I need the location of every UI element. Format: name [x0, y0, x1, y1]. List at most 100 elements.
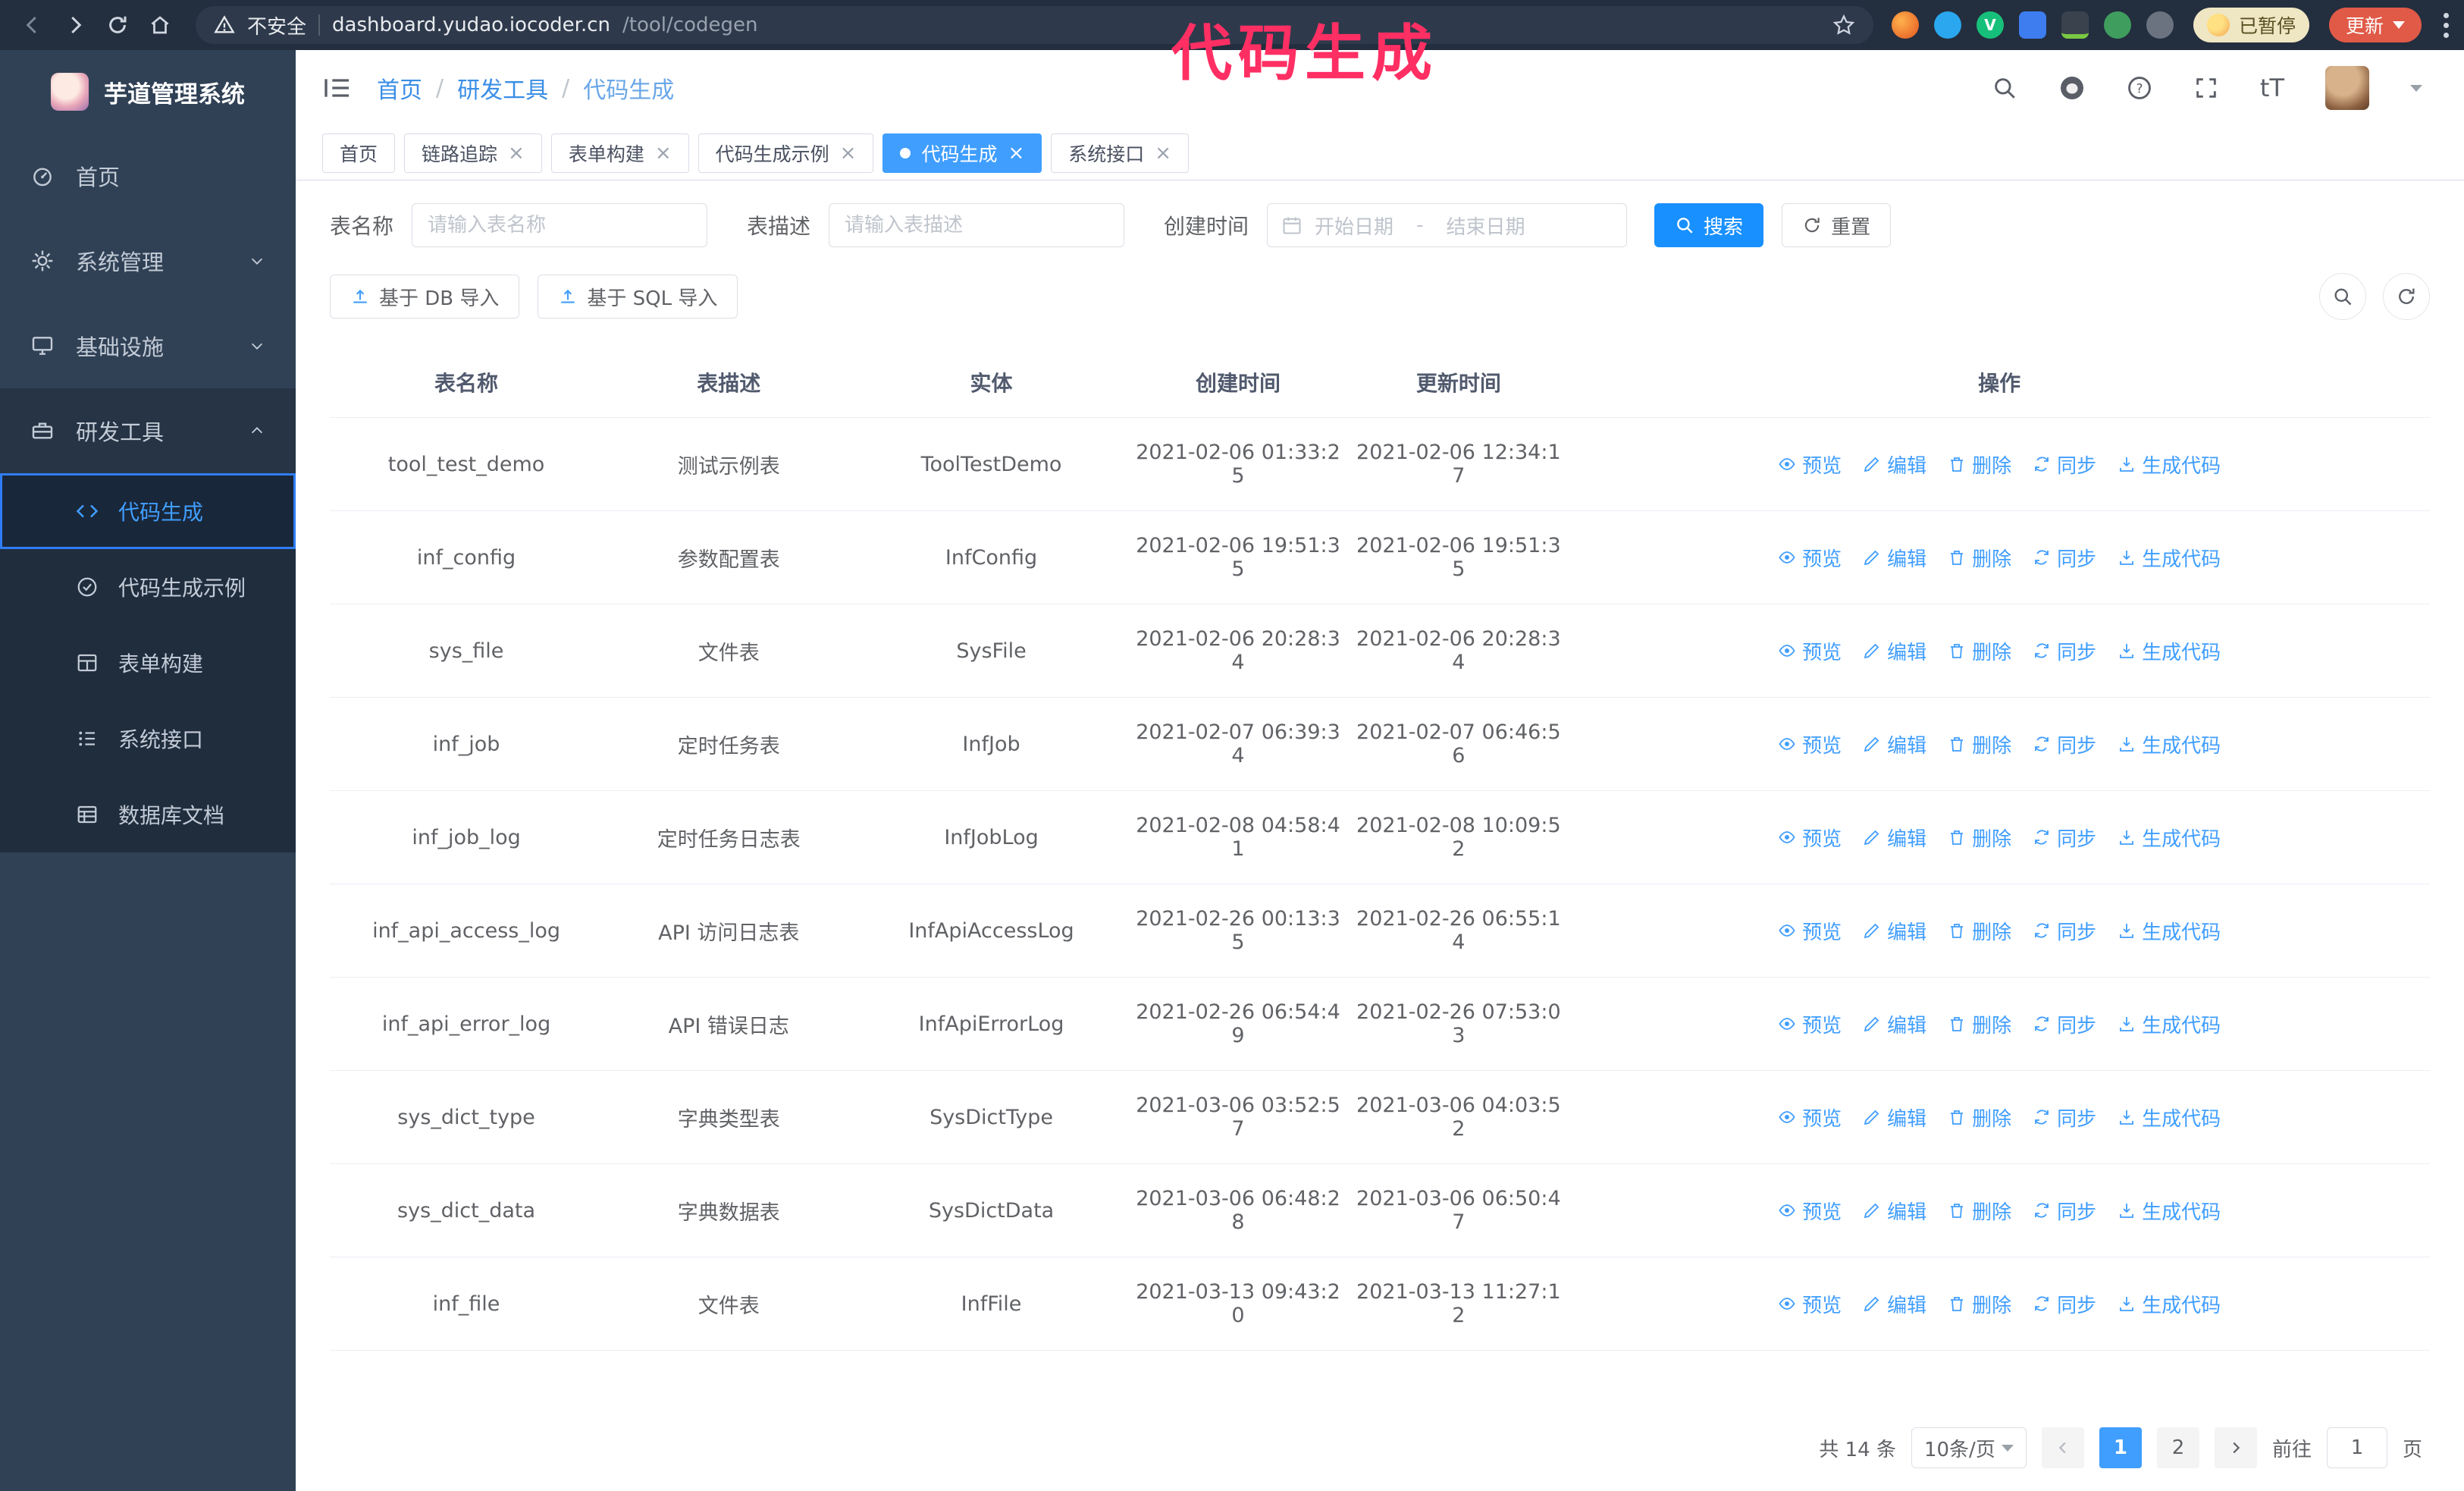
action-delete[interactable]: 删除 — [1948, 450, 2011, 479]
action-generate-code[interactable]: 生成代码 — [2118, 824, 2221, 852]
table-desc-input[interactable] — [829, 203, 1125, 247]
action-edit[interactable]: 编辑 — [1863, 637, 1926, 665]
sidebar-item-codegen[interactable]: 代码生成 — [0, 473, 296, 549]
fullscreen-icon[interactable] — [2193, 75, 2219, 101]
chevron-down-icon[interactable] — [2410, 84, 2422, 92]
action-edit[interactable]: 编辑 — [1863, 450, 1926, 479]
action-delete[interactable]: 删除 — [1948, 917, 2011, 945]
action-sync[interactable]: 同步 — [2033, 544, 2096, 572]
profile-paused-badge[interactable]: 已暂停 — [2193, 8, 2309, 42]
action-preview[interactable]: 预览 — [1778, 1290, 1842, 1318]
action-edit[interactable]: 编辑 — [1863, 1290, 1926, 1318]
action-delete[interactable]: 删除 — [1948, 1290, 2011, 1318]
sidebar-item-form-builder[interactable]: 表单构建 — [0, 625, 296, 701]
action-sync[interactable]: 同步 — [2033, 1103, 2096, 1132]
extension-people-icon[interactable] — [2018, 11, 2046, 39]
action-delete[interactable]: 删除 — [1948, 544, 2011, 572]
action-delete[interactable]: 删除 — [1948, 824, 2011, 852]
close-icon[interactable]: × — [1155, 143, 1171, 163]
action-generate-code[interactable]: 生成代码 — [2118, 917, 2221, 945]
address-bar[interactable]: 不安全 dashboard.yudao.iocoder.cn /tool/cod… — [196, 6, 1873, 44]
extensions-puzzle-icon[interactable] — [2146, 11, 2174, 39]
action-sync[interactable]: 同步 — [2033, 1290, 2096, 1318]
action-edit[interactable]: 编辑 — [1863, 1010, 1926, 1038]
action-generate-code[interactable]: 生成代码 — [2118, 450, 2221, 479]
action-preview[interactable]: 预览 — [1778, 544, 1842, 572]
toggle-search-button[interactable] — [2319, 273, 2366, 320]
reload-icon[interactable] — [100, 8, 135, 42]
close-icon[interactable]: × — [508, 143, 525, 163]
action-sync[interactable]: 同步 — [2033, 1197, 2096, 1225]
extension-drop-icon[interactable] — [1933, 11, 1961, 39]
extension-v-icon[interactable]: V — [1976, 11, 2004, 39]
tab-codegen[interactable]: 代码生成 × — [882, 133, 1042, 173]
breadcrumb-dev-tools[interactable]: 研发工具 — [457, 71, 548, 105]
tab-home[interactable]: 首页 — [322, 133, 396, 173]
action-edit[interactable]: 编辑 — [1863, 1103, 1926, 1132]
action-generate-code[interactable]: 生成代码 — [2118, 1290, 2221, 1318]
action-generate-code[interactable]: 生成代码 — [2118, 1197, 2221, 1225]
goto-page-input[interactable] — [2326, 1427, 2387, 1468]
import-sql-button[interactable]: 基于 SQL 导入 — [538, 275, 738, 319]
hamburger-icon[interactable] — [322, 73, 353, 103]
action-preview[interactable]: 预览 — [1778, 730, 1842, 758]
import-db-button[interactable]: 基于 DB 导入 — [330, 275, 520, 319]
close-icon[interactable]: × — [655, 143, 672, 163]
breadcrumb-home[interactable]: 首页 — [377, 71, 422, 105]
tab-form-builder[interactable]: 表单构建 × — [550, 133, 689, 173]
prev-page-button[interactable] — [2041, 1427, 2084, 1468]
action-edit[interactable]: 编辑 — [1863, 730, 1926, 758]
sidebar-item-system[interactable]: 系统管理 — [0, 218, 296, 303]
action-sync[interactable]: 同步 — [2033, 917, 2096, 945]
table-name-input[interactable] — [412, 203, 708, 247]
action-preview[interactable]: 预览 — [1778, 917, 1842, 945]
tab-codegen-example[interactable]: 代码生成示例 × — [698, 133, 874, 173]
browser-menu-icon[interactable] — [2443, 12, 2449, 38]
action-edit[interactable]: 编辑 — [1863, 1197, 1926, 1225]
page-button-2[interactable]: 2 — [2156, 1427, 2199, 1468]
action-delete[interactable]: 删除 — [1948, 1103, 2011, 1132]
refresh-button[interactable] — [2383, 273, 2430, 320]
page-button-1[interactable]: 1 — [2099, 1427, 2142, 1468]
sidebar-item-codegen-example[interactable]: 代码生成示例 — [0, 549, 296, 625]
action-generate-code[interactable]: 生成代码 — [2118, 730, 2221, 758]
font-size-icon[interactable]: tT — [2260, 74, 2284, 102]
next-page-button[interactable] — [2214, 1427, 2257, 1468]
action-edit[interactable]: 编辑 — [1863, 917, 1926, 945]
bookmark-star-icon[interactable] — [1832, 14, 1855, 36]
action-edit[interactable]: 编辑 — [1863, 544, 1926, 572]
sidebar-item-infra[interactable]: 基础设施 — [0, 303, 296, 388]
forward-icon[interactable] — [58, 8, 92, 42]
action-sync[interactable]: 同步 — [2033, 824, 2096, 852]
tab-system-api[interactable]: 系统接口 × — [1051, 133, 1190, 173]
github-icon[interactable] — [2058, 74, 2086, 102]
action-generate-code[interactable]: 生成代码 — [2118, 637, 2221, 665]
sidebar-item-db-doc[interactable]: 数据库文档 — [0, 777, 296, 852]
help-icon[interactable]: ? — [2127, 75, 2152, 101]
action-preview[interactable]: 预览 — [1778, 1103, 1842, 1132]
back-icon[interactable] — [15, 8, 50, 42]
action-preview[interactable]: 预览 — [1778, 824, 1842, 852]
sidebar-item-system-api[interactable]: 系统接口 — [0, 701, 296, 777]
action-sync[interactable]: 同步 — [2033, 1010, 2096, 1038]
reset-button[interactable]: 重置 — [1782, 203, 1892, 247]
action-delete[interactable]: 删除 — [1948, 1010, 2011, 1038]
close-icon[interactable]: × — [1008, 143, 1024, 163]
action-preview[interactable]: 预览 — [1778, 1010, 1842, 1038]
action-delete[interactable]: 删除 — [1948, 1197, 2011, 1225]
action-sync[interactable]: 同步 — [2033, 450, 2096, 479]
action-delete[interactable]: 删除 — [1948, 730, 2011, 758]
action-delete[interactable]: 删除 — [1948, 637, 2011, 665]
extension-fox-icon[interactable] — [1891, 11, 1919, 39]
action-sync[interactable]: 同步 — [2033, 730, 2096, 758]
search-icon[interactable] — [1992, 75, 2017, 101]
action-preview[interactable]: 预览 — [1778, 1197, 1842, 1225]
action-preview[interactable]: 预览 — [1778, 450, 1842, 479]
sidebar-item-dev-tools[interactable]: 研发工具 — [0, 388, 296, 473]
action-generate-code[interactable]: 生成代码 — [2118, 1103, 2221, 1132]
date-range-picker[interactable]: 开始日期 - 结束日期 — [1267, 203, 1628, 247]
action-generate-code[interactable]: 生成代码 — [2118, 1010, 2221, 1038]
search-button[interactable]: 搜索 — [1654, 203, 1764, 247]
action-generate-code[interactable]: 生成代码 — [2118, 544, 2221, 572]
page-size-select[interactable]: 10条/页 — [1911, 1427, 2027, 1468]
